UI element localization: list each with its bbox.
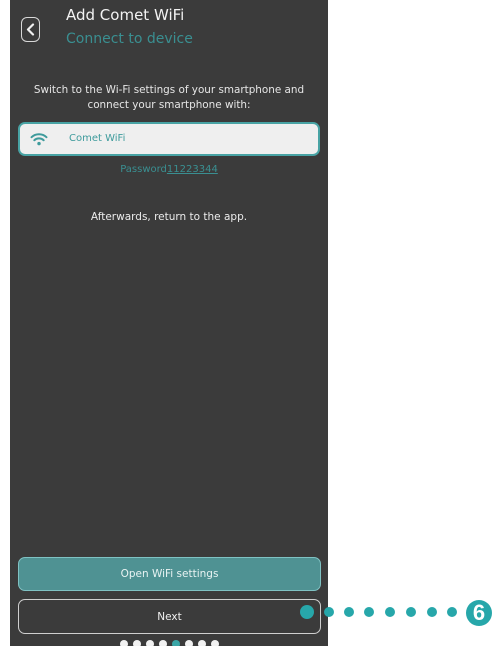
password-line: Password11223344 xyxy=(10,164,328,175)
next-button[interactable]: Next xyxy=(18,599,321,634)
callout-dot xyxy=(427,607,437,617)
callout-dot xyxy=(364,607,374,617)
page-dot xyxy=(132,640,141,646)
callout-dot xyxy=(447,607,457,617)
page-dot xyxy=(145,640,154,646)
page-dot xyxy=(210,640,219,646)
callout-dot xyxy=(385,607,395,617)
pagination-dots xyxy=(10,640,328,646)
step-number-badge: 6 xyxy=(466,600,492,626)
callout-dot xyxy=(324,607,334,617)
page-title: Add Comet WiFi xyxy=(66,6,185,24)
wifi-icon xyxy=(30,133,48,146)
password-value[interactable]: 11223344 xyxy=(167,164,218,175)
app-screen: Add Comet WiFi Connect to device Switch … xyxy=(10,0,328,646)
password-label: Password xyxy=(120,164,167,175)
back-button[interactable] xyxy=(21,17,40,42)
chevron-left-icon xyxy=(26,23,35,36)
page-dot-active xyxy=(171,640,180,646)
callout-dot xyxy=(300,605,314,619)
page-subtitle: Connect to device xyxy=(66,31,193,47)
return-to-app-text: Afterwards, return to the app. xyxy=(90,211,248,223)
page-dot xyxy=(158,640,167,646)
page-dot xyxy=(197,640,206,646)
callout-dot xyxy=(406,607,416,617)
page-dot xyxy=(184,640,193,646)
callout-dot xyxy=(344,607,354,617)
wifi-network-name: Comet WiFi xyxy=(69,133,126,144)
wifi-network-card: Comet WiFi xyxy=(18,122,320,156)
open-wifi-settings-button[interactable]: Open WiFi settings xyxy=(18,557,321,591)
step-callout: 6 xyxy=(300,600,493,626)
instructions-text: Switch to the Wi-Fi settings of your sma… xyxy=(33,84,305,111)
page-dot xyxy=(119,640,128,646)
